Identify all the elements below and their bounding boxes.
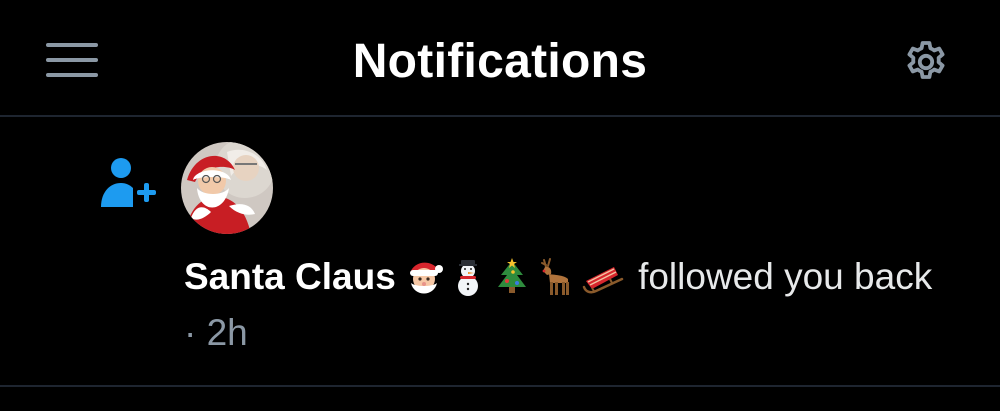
santa-emoji xyxy=(409,262,443,294)
separator-dot: · xyxy=(184,312,197,353)
notification-item[interactable]: Santa Claus followed you back · 2h xyxy=(0,117,1000,385)
timestamp: 2h xyxy=(206,312,248,353)
name-emojis xyxy=(404,257,628,309)
notification-text: Santa Claus followed you back · 2h xyxy=(184,253,944,357)
notification-action-text: followed you back xyxy=(638,256,933,297)
snowman-emoji xyxy=(457,260,478,296)
person-plus-icon xyxy=(96,151,160,215)
deer-emoji xyxy=(540,258,569,295)
christmas-tree-emoji xyxy=(497,258,526,293)
gear-icon[interactable] xyxy=(902,38,950,86)
santa-claus-avatar[interactable] xyxy=(181,142,273,234)
notification-divider xyxy=(0,385,1000,387)
notifications-header: Notifications xyxy=(0,0,1000,116)
sled-emoji xyxy=(582,267,624,294)
user-name-link[interactable]: Santa Claus xyxy=(184,256,396,297)
page-title: Notifications xyxy=(352,35,648,88)
